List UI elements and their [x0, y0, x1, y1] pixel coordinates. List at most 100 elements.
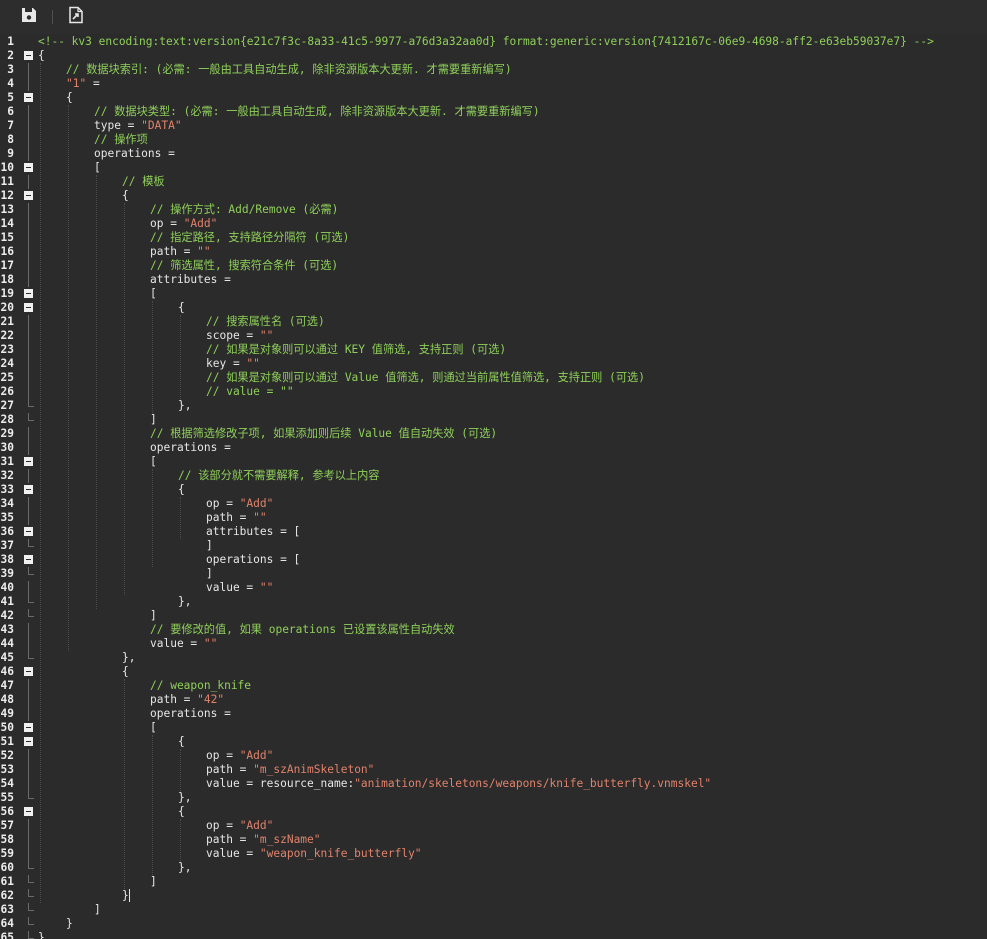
code-line[interactable]: 27},: [0, 399, 987, 413]
line-number: 34: [0, 497, 14, 510]
code-text: op = "Add": [150, 217, 217, 231]
line-number: 45: [0, 651, 14, 664]
code-line[interactable]: 45},: [0, 651, 987, 665]
code-line[interactable]: 14 op = "Add": [0, 217, 987, 231]
code-line[interactable]: 55},: [0, 791, 987, 805]
code-line[interactable]: 40 value = "": [0, 581, 987, 595]
fold-collapse-icon[interactable]: [24, 665, 34, 679]
code-line[interactable]: 49 operations =: [0, 707, 987, 721]
code-line[interactable]: 62}: [0, 889, 987, 903]
code-line[interactable]: 9 operations =: [0, 147, 987, 161]
code-line[interactable]: 15 // 指定路径, 支持路径分隔符 (可选): [0, 231, 987, 245]
fold-collapse-icon[interactable]: [24, 735, 34, 749]
code-line[interactable]: 44 value = "": [0, 637, 987, 651]
code-text: path = "m_szAnimSkeleton": [206, 763, 374, 777]
code-editor[interactable]: 1 <!-- kv3 encoding:text:version{e21c7f3c…: [0, 34, 987, 939]
code-line[interactable]: 16 path = "": [0, 245, 987, 259]
code-line[interactable]: 20 {: [0, 301, 987, 315]
code-line[interactable]: 25 // 如果是对象则可以通过 Value 值筛选, 则通过当前属性值筛选, 支…: [0, 371, 987, 385]
code-line[interactable]: 22 scope = "": [0, 329, 987, 343]
code-line[interactable]: 1 <!-- kv3 encoding:text:version{e21c7f3c…: [0, 35, 987, 49]
code-text: },: [178, 595, 191, 609]
code-line[interactable]: 51 {: [0, 735, 987, 749]
code-line[interactable]: 50 [: [0, 721, 987, 735]
code-line[interactable]: 61]: [0, 875, 987, 889]
code-line[interactable]: 53 path = "m_szAnimSkeleton": [0, 763, 987, 777]
code-line[interactable]: 48 path = "42": [0, 693, 987, 707]
code-line[interactable]: 41},: [0, 595, 987, 609]
code-line[interactable]: 8 // 操作项: [0, 133, 987, 147]
code-line[interactable]: 3 // 数据块索引: (必需: 一般由工具自动生成, 除非资源版本大更新. 才需…: [0, 63, 987, 77]
code-text: op = "Add": [206, 749, 273, 763]
fold-collapse-icon[interactable]: [24, 161, 34, 175]
code-line[interactable]: 43 // 要修改的值, 如果 operations 已设置该属性自动失效: [0, 623, 987, 637]
fold-end-marker: [24, 931, 34, 939]
line-number: 8: [7, 133, 14, 146]
code-line[interactable]: 42]: [0, 609, 987, 623]
code-line[interactable]: 6 // 数据块类型: (必需: 一般由工具自动生成, 除非资源版本大更新. 才需…: [0, 105, 987, 119]
fold-collapse-icon[interactable]: [24, 301, 34, 315]
fold-collapse-icon[interactable]: [24, 805, 34, 819]
code-line[interactable]: 28]: [0, 413, 987, 427]
text-caret: [128, 889, 130, 902]
code-line[interactable]: 59 value = "weapon_knife_butterfly": [0, 847, 987, 861]
fold-collapse-icon[interactable]: [24, 483, 34, 497]
code-string: "": [203, 637, 218, 650]
fold-collapse-icon[interactable]: [24, 721, 34, 735]
code-line[interactable]: 23 // 如果是对象则可以通过 KEY 值筛选, 支持正则 (可选): [0, 343, 987, 357]
code-line[interactable]: 60},: [0, 861, 987, 875]
code-token: ]: [150, 413, 157, 426]
code-line[interactable]: 21 // 搜索属性名 (可选): [0, 315, 987, 329]
fold-collapse-icon[interactable]: [24, 287, 34, 301]
code-line[interactable]: 17 // 筛选属性, 搜索符合条件 (可选): [0, 259, 987, 273]
code-comment: // 操作方式: Add/Remove (必需): [150, 203, 339, 216]
code-line[interactable]: 37]: [0, 539, 987, 553]
code-line[interactable]: 11 // 模板: [0, 175, 987, 189]
code-line[interactable]: 7 type = "DATA": [0, 119, 987, 133]
code-text: ]: [150, 413, 157, 427]
code-line[interactable]: 29 // 根据筛选修改子项, 如果添加则后续 Value 值自动失效 (可选): [0, 427, 987, 441]
code-line[interactable]: 39]: [0, 567, 987, 581]
code-token: value =: [150, 637, 204, 650]
code-line[interactable]: 47 // weapon_knife: [0, 679, 987, 693]
code-text: ]: [94, 903, 101, 917]
code-line[interactable]: 58 path = "m_szName": [0, 833, 987, 847]
fold-collapse-icon[interactable]: [24, 49, 34, 63]
code-line[interactable]: 19 [: [0, 287, 987, 301]
fold-guide-line: [24, 203, 34, 217]
code-line[interactable]: 46 {: [0, 665, 987, 679]
code-line[interactable]: 56 {: [0, 805, 987, 819]
code-line[interactable]: 5{: [0, 91, 987, 105]
code-token: ]: [150, 609, 157, 622]
fold-collapse-icon[interactable]: [24, 553, 34, 567]
code-line[interactable]: 38 operations = [: [0, 553, 987, 567]
code-line[interactable]: 24 key = "": [0, 357, 987, 371]
line-number: 13: [0, 203, 14, 216]
code-line[interactable]: 2{: [0, 49, 987, 63]
code-line[interactable]: 32 // 该部分就不需要解释, 参考以上内容: [0, 469, 987, 483]
code-line[interactable]: 26 // value = "": [0, 385, 987, 399]
save-button[interactable]: [17, 5, 41, 29]
code-line[interactable]: 4 "1" =: [0, 77, 987, 91]
fold-collapse-icon[interactable]: [24, 525, 34, 539]
code-line[interactable]: 63]: [0, 903, 987, 917]
fold-collapse-icon[interactable]: [24, 91, 34, 105]
code-line[interactable]: 36 attributes = [: [0, 525, 987, 539]
fold-collapse-icon[interactable]: [24, 189, 34, 203]
code-line[interactable]: 65}: [0, 931, 987, 939]
export-button[interactable]: [64, 5, 88, 29]
fold-collapse-icon[interactable]: [24, 455, 34, 469]
code-line[interactable]: 30 operations =: [0, 441, 987, 455]
code-line[interactable]: 34 op = "Add": [0, 497, 987, 511]
code-line[interactable]: 10 [: [0, 161, 987, 175]
code-line[interactable]: 57 op = "Add": [0, 819, 987, 833]
code-line[interactable]: 12 {: [0, 189, 987, 203]
code-line[interactable]: 33 {: [0, 483, 987, 497]
code-line[interactable]: 35 path = "": [0, 511, 987, 525]
code-line[interactable]: 64}: [0, 917, 987, 931]
code-line[interactable]: 13 // 操作方式: Add/Remove (必需): [0, 203, 987, 217]
code-line[interactable]: 54 value = resource_name:"animation/skele…: [0, 777, 987, 791]
code-line[interactable]: 52 op = "Add": [0, 749, 987, 763]
code-line[interactable]: 18 attributes =: [0, 273, 987, 287]
code-line[interactable]: 31 [: [0, 455, 987, 469]
